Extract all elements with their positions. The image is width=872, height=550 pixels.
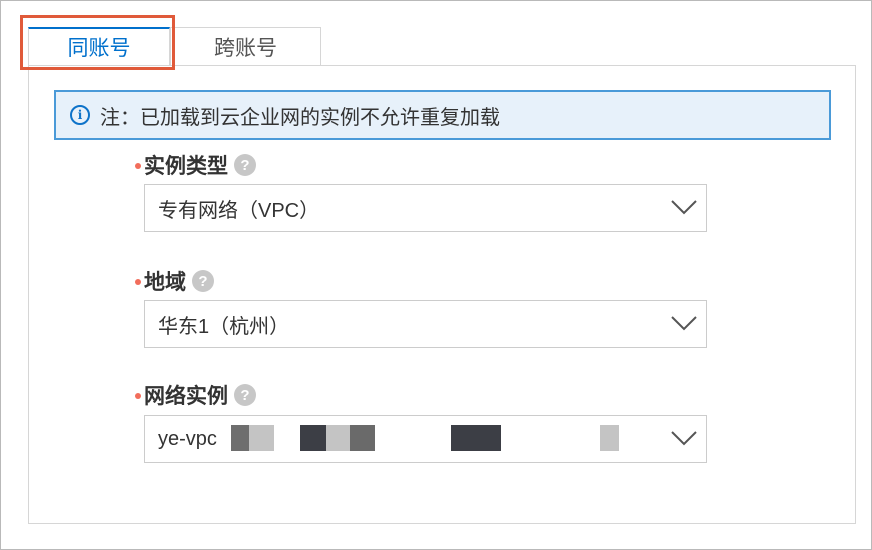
redaction-mask: [249, 425, 274, 451]
network-instance-select[interactable]: ye-vpc: [144, 415, 707, 463]
network-instance-value: ye-vpc: [158, 427, 217, 450]
notice-banner: i 注：已加载到云企业网的实例不允许重复加载: [54, 90, 831, 140]
redaction-mask: [300, 425, 326, 451]
region-label-text: 地域: [144, 271, 186, 294]
redaction-mask: [451, 425, 501, 451]
region-value: 华东1（杭州）: [158, 315, 290, 338]
chevron-down-icon: [671, 431, 697, 446]
redaction-mask: [326, 425, 350, 451]
notice-text: 注：已加载到云企业网的实例不允许重复加载: [100, 106, 500, 129]
tab-same-account-label: 同账号: [67, 37, 131, 60]
tab-same-account[interactable]: 同账号: [28, 27, 170, 65]
instance-type-label-text: 实例类型: [144, 155, 228, 178]
instance-type-value: 专有网络（VPC）: [158, 199, 320, 222]
tab-cross-account-label: 跨账号: [214, 36, 277, 60]
chevron-down-icon: [671, 316, 697, 331]
tab-cross-account[interactable]: 跨账号: [170, 27, 321, 65]
chevron-down-icon: [671, 200, 697, 215]
info-icon: i: [70, 105, 90, 125]
help-icon[interactable]: ?: [234, 154, 256, 176]
required-dot-icon: [135, 163, 141, 169]
redaction-mask: [350, 425, 375, 451]
required-dot-icon: [135, 393, 141, 399]
redaction-mask: [600, 425, 619, 451]
network-instance-label-text: 网络实例: [144, 385, 228, 408]
region-select[interactable]: 华东1（杭州）: [144, 300, 707, 348]
instance-type-select[interactable]: 专有网络（VPC）: [144, 184, 707, 232]
instance-type-label: 实例类型 ?: [135, 150, 256, 180]
region-label: 地域 ?: [135, 266, 214, 296]
help-icon[interactable]: ?: [234, 384, 256, 406]
redaction-mask: [231, 425, 249, 451]
network-instance-label: 网络实例 ?: [135, 380, 256, 410]
help-icon[interactable]: ?: [192, 270, 214, 292]
required-dot-icon: [135, 279, 141, 285]
